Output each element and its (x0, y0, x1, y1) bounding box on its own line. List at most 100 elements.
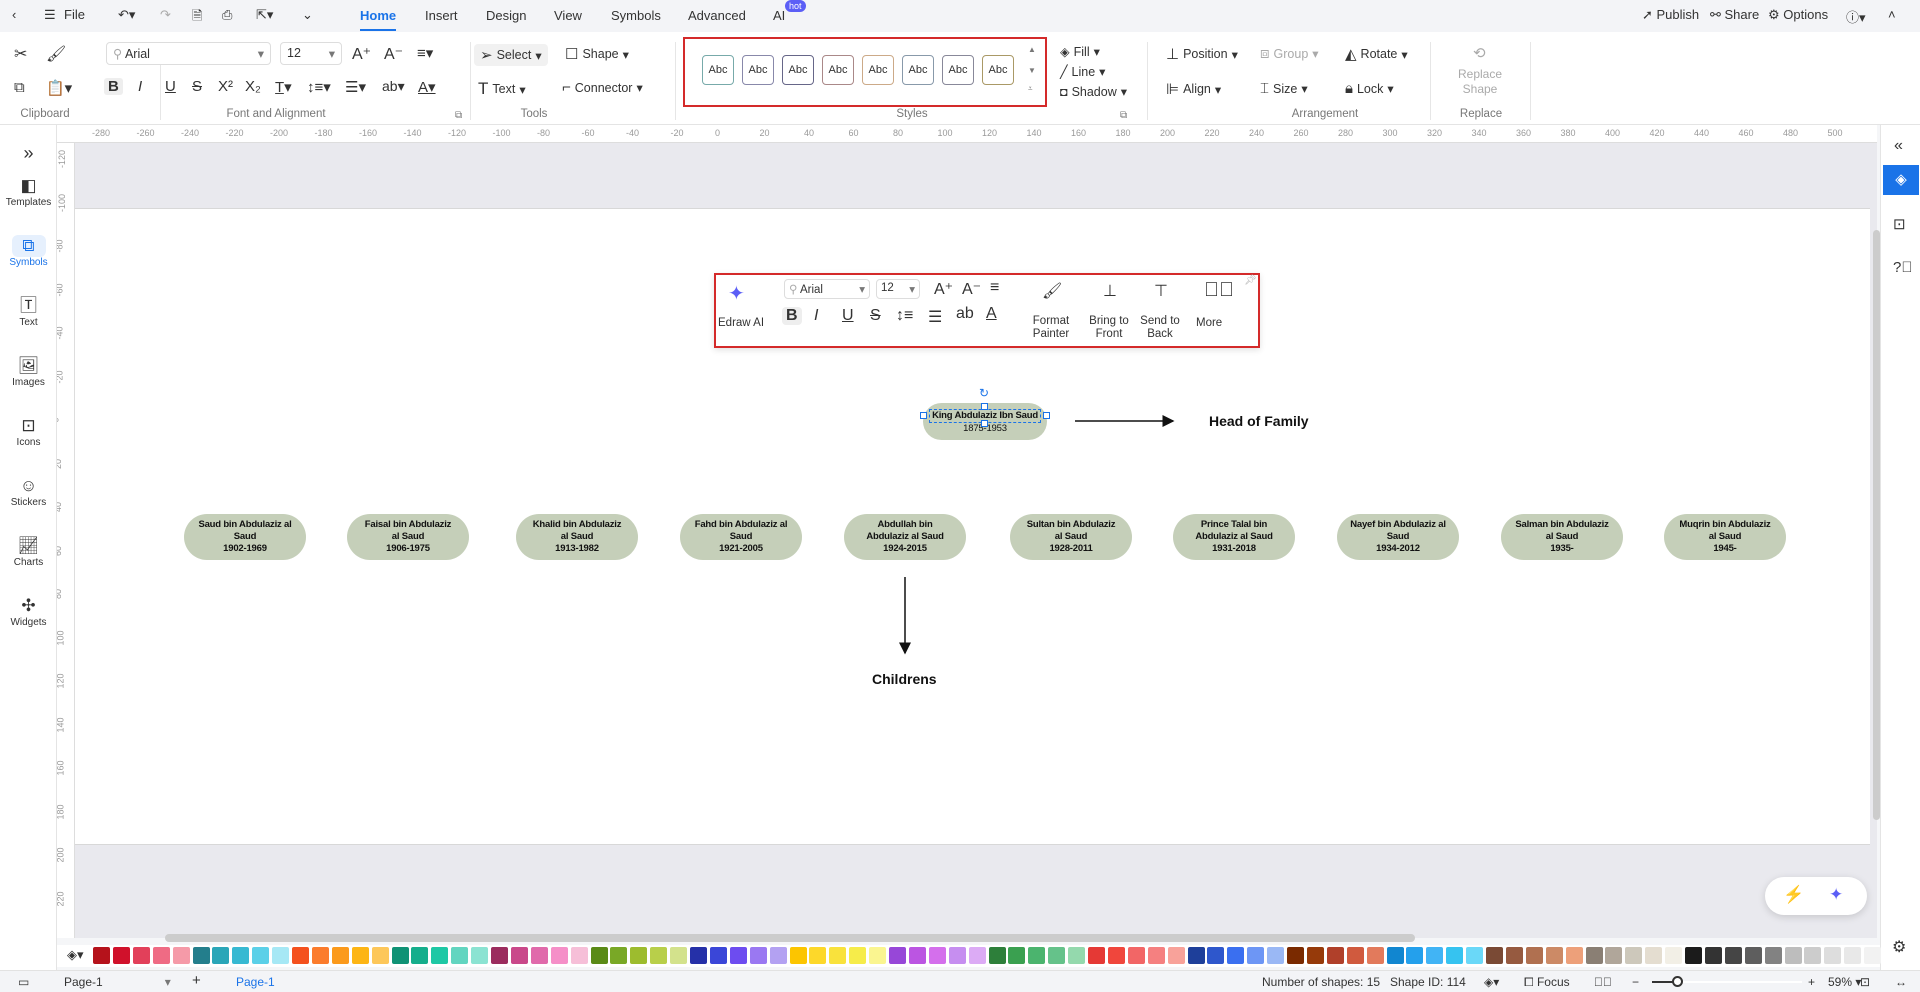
color-swatch[interactable] (968, 947, 986, 964)
color-swatch[interactable] (1406, 947, 1424, 964)
child-node[interactable]: Prince Talal bin Abdulaziz al Saud 1931-2… (1173, 514, 1295, 560)
color-swatch[interactable] (1565, 947, 1583, 964)
color-swatch[interactable] (1287, 947, 1304, 964)
color-swatch[interactable] (371, 947, 389, 964)
color-swatch[interactable] (849, 947, 867, 964)
child-node[interactable]: Saud bin Abdulaziz al Saud 1902-1969 (184, 514, 306, 560)
color-swatch[interactable] (192, 947, 210, 964)
zoom-slider-handle[interactable] (1672, 976, 1683, 987)
color-swatch[interactable] (1804, 947, 1822, 964)
child-node[interactable]: Fahd bin Abdulaziz al Saud 1921-2005 (680, 514, 802, 560)
color-swatch[interactable] (709, 947, 727, 964)
color-swatch[interactable] (471, 947, 489, 964)
presentation-icon[interactable]: ⊡ (1893, 215, 1906, 233)
color-swatch[interactable] (1028, 947, 1046, 964)
child-node[interactable]: Abdullah bin Abdulaziz al Saud 1924-2015 (844, 514, 966, 560)
color-swatch[interactable] (1864, 947, 1882, 964)
color-swatch[interactable] (1366, 947, 1384, 964)
color-swatch[interactable] (1088, 947, 1105, 964)
color-swatch[interactable] (93, 947, 110, 964)
color-swatch[interactable] (690, 947, 707, 964)
layers-icon[interactable]: ◈▾ (1484, 975, 1499, 989)
color-swatch[interactable] (252, 947, 270, 964)
child-node[interactable]: Salman bin Abdulaziz al Saud 1935- (1501, 514, 1623, 560)
color-swatch[interactable] (789, 947, 807, 964)
color-swatch[interactable] (630, 947, 648, 964)
zoom-level[interactable]: 59% ▾ (1828, 975, 1861, 989)
color-swatch[interactable] (1207, 947, 1225, 964)
color-swatch[interactable] (988, 947, 1006, 964)
color-swatch[interactable] (152, 947, 170, 964)
focus-button[interactable]: ⧠ Focus (1524, 975, 1570, 990)
color-swatch[interactable] (729, 947, 747, 964)
color-swatch[interactable] (1585, 947, 1603, 964)
color-swatch[interactable] (829, 947, 847, 964)
add-page-icon[interactable]: + (192, 972, 201, 989)
color-swatch[interactable] (590, 947, 608, 964)
page-tab[interactable]: Page-1 (236, 975, 275, 989)
color-swatch[interactable] (550, 947, 568, 964)
zoom-in-icon[interactable]: + (1808, 975, 1815, 989)
child-node[interactable]: Nayef bin Abdulaziz al Saud 1934-2012 (1337, 514, 1459, 560)
color-swatch[interactable] (1685, 947, 1702, 964)
color-swatch[interactable] (510, 947, 528, 964)
color-swatch[interactable] (948, 947, 966, 964)
color-swatch[interactable] (292, 947, 309, 964)
color-swatch[interactable] (570, 947, 588, 964)
color-swatch[interactable] (1127, 947, 1145, 964)
color-swatch[interactable] (1764, 947, 1782, 964)
color-swatch[interactable] (1386, 947, 1404, 964)
zoom-out-icon[interactable]: − (1632, 975, 1639, 989)
child-node[interactable]: Faisal bin Abdulaziz al Saud 1906-1975 (347, 514, 469, 560)
color-swatch[interactable] (809, 947, 827, 964)
fit-page-icon[interactable]: ⊡ (1860, 975, 1870, 989)
color-swatch[interactable] (1525, 947, 1543, 964)
color-swatch[interactable] (1744, 947, 1762, 964)
color-swatch[interactable] (610, 947, 628, 964)
color-swatch[interactable] (331, 947, 349, 964)
style-panel-icon[interactable]: ◈ (1883, 165, 1919, 195)
color-swatch[interactable] (1306, 947, 1324, 964)
child-node[interactable]: Sultan bin Abdulaziz al Saud 1928-2011 (1010, 514, 1132, 560)
color-swatch[interactable] (869, 947, 887, 964)
panel-toggle-icon[interactable]: ▭ (18, 975, 29, 989)
color-swatch[interactable] (1008, 947, 1026, 964)
fill-color-icon[interactable]: ◈▾ (67, 947, 84, 963)
color-swatch[interactable] (1704, 947, 1722, 964)
color-swatch[interactable] (1466, 947, 1484, 964)
color-swatch[interactable] (1645, 947, 1663, 964)
color-swatch[interactable] (132, 947, 150, 964)
color-swatch[interactable] (650, 947, 668, 964)
play-icon[interactable]: ▷⃝ (1594, 975, 1612, 989)
color-swatch[interactable] (272, 947, 290, 964)
color-swatch[interactable] (311, 947, 329, 964)
color-swatch[interactable] (1605, 947, 1623, 964)
ai-magic-icon[interactable]: ⚡ (1783, 885, 1804, 905)
color-swatch[interactable] (1505, 947, 1523, 964)
color-swatch[interactable] (431, 947, 449, 964)
color-swatch[interactable] (1545, 947, 1563, 964)
color-swatch[interactable] (1326, 947, 1344, 964)
color-swatch[interactable] (889, 947, 906, 964)
color-swatch[interactable] (670, 947, 688, 964)
color-swatch[interactable] (1486, 947, 1503, 964)
color-swatch[interactable] (1665, 947, 1683, 964)
color-swatch[interactable] (1068, 947, 1086, 964)
color-swatch[interactable] (351, 947, 369, 964)
color-swatch[interactable] (1187, 947, 1205, 964)
color-swatch[interactable] (928, 947, 946, 964)
zoom-slider[interactable] (1652, 976, 1802, 987)
color-swatch[interactable] (1147, 947, 1165, 964)
color-swatch[interactable] (1167, 947, 1185, 964)
color-swatch[interactable] (1227, 947, 1245, 964)
page-select[interactable]: Page-1 ▾ (64, 975, 171, 989)
color-swatch[interactable] (1107, 947, 1125, 964)
color-swatch[interactable] (530, 947, 548, 964)
color-swatch[interactable] (749, 947, 767, 964)
color-swatch[interactable] (391, 947, 409, 964)
color-swatch[interactable] (1247, 947, 1265, 964)
help-icon[interactable]: ?⃝ (1893, 259, 1913, 276)
settings-icon[interactable]: ⚙ (1892, 937, 1906, 957)
color-swatch[interactable] (769, 947, 787, 964)
color-swatch[interactable] (1824, 947, 1842, 964)
